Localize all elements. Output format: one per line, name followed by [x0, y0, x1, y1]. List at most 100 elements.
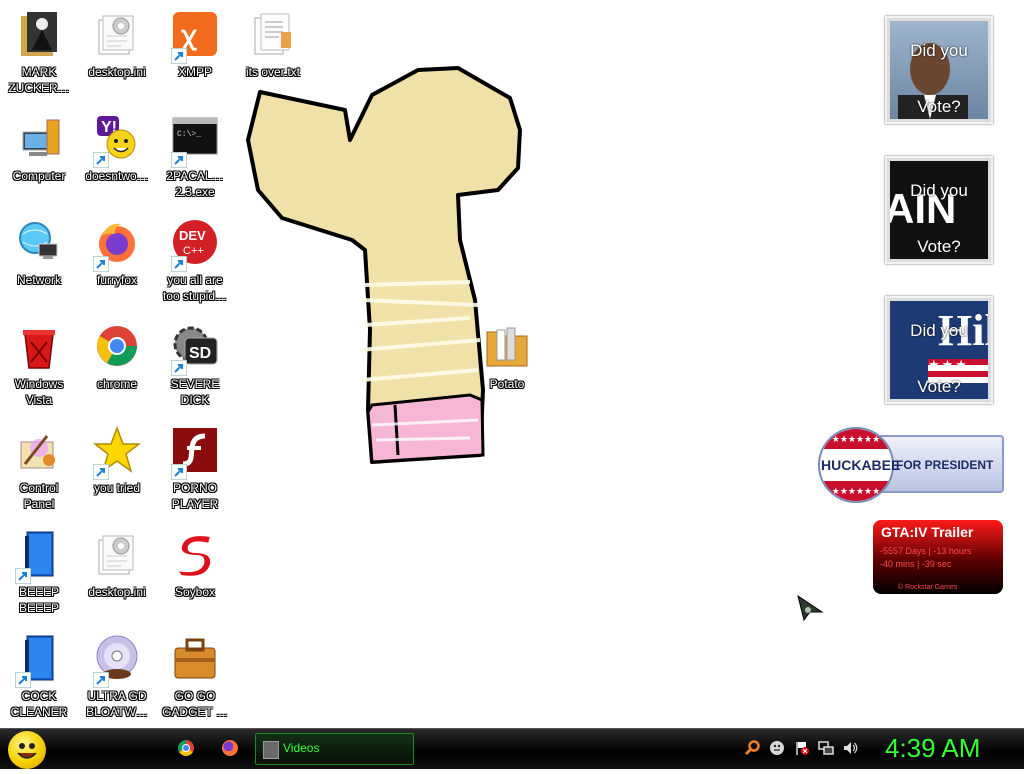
shortcut-arrow-icon [171, 360, 187, 376]
vote-question: Did you [910, 321, 968, 340]
desktop-icon-label: PORNO PLAYER [171, 481, 219, 511]
gta-title: GTA:IV Trailer [881, 524, 974, 540]
settings-file-icon [98, 15, 134, 55]
vote-question: Did you [910, 181, 968, 200]
mouse-cursor-icon [797, 594, 824, 622]
desktop-icon-xmpp[interactable]: ꭓ XMPP [156, 4, 234, 104]
flag-stars: ★★★ [928, 357, 969, 372]
network-globe-icon [19, 222, 58, 259]
desktop-icon-severe-dick[interactable]: SD SEVERE DICK [156, 316, 234, 416]
desktop-icon-label: Potato [489, 377, 525, 391]
desktop-icon-desktop-ini-2[interactable]: desktop.ini [78, 524, 156, 624]
vote-question: Did you [910, 41, 968, 60]
desktop-icon-label: Control Panel [19, 481, 59, 511]
text-document-icon [254, 13, 291, 55]
shortcut-arrow-icon [93, 256, 109, 272]
control-panel-icon [20, 435, 55, 469]
taskbar-clock[interactable]: 4:39 AM [885, 733, 980, 764]
desktop-icon-mark-zuckerberg[interactable]: MARK ZUCKER… [0, 4, 78, 104]
desktop-icon-go-go-gadget[interactable]: GO GO GADGET … [156, 628, 234, 728]
shortcut-arrow-icon [15, 672, 31, 688]
desktop-icon-cock-cleaner[interactable]: COCK CLEANER [0, 628, 78, 728]
huckabee-tagline: FOR PRESIDENT [896, 458, 994, 472]
messenger-icon[interactable] [769, 740, 785, 756]
desktop-icon-label: you all are too stupid… [162, 273, 228, 303]
desktop-icon-furryfox[interactable]: furryfox [78, 212, 156, 312]
recycle-bin-icon [23, 330, 55, 369]
gta-footer: © Rockstar Games [898, 584, 958, 591]
desktop-icon-label: MARK ZUCKER… [8, 65, 70, 95]
desktop-icon-label: desktop.ini [88, 585, 146, 599]
taskbar-window-videos[interactable]: Videos [255, 733, 414, 765]
svg-text:ꭓ: ꭓ [180, 20, 198, 51]
vote-gadget-3[interactable]: Hil ★★★ Did you Vote? [885, 296, 993, 404]
desktop-icon-label: Soybox [174, 585, 216, 599]
desktop-icon-2pacal[interactable]: C:\>_ 2PACAL… 2.3.exe [156, 108, 234, 208]
taskbar: Videos 4:39 AM [0, 728, 1024, 769]
smiley-icon [17, 743, 37, 759]
flag-icon[interactable] [794, 740, 810, 756]
vote-question-end: Vote? [917, 97, 961, 116]
gta-countdown-gadget[interactable]: GTA:IV Trailer -5557 Days | -13 hours -4… [873, 520, 1003, 594]
huckabee-gadget[interactable]: ★★★★★★ ★★★★★★ HUCKABEE FOR PRESIDENT [816, 425, 1004, 503]
shortcut-arrow-icon [93, 152, 109, 168]
gta-countdown-days: -5557 Days | -13 hours [880, 546, 972, 556]
start-button[interactable] [8, 731, 46, 769]
volume-icon[interactable] [842, 740, 858, 756]
soybox-s-icon [174, 534, 213, 578]
desktop-icon-control-panel[interactable]: Control Panel [0, 420, 78, 520]
taskbar-chrome-icon[interactable] [178, 740, 194, 756]
desktop-icon-desktop-ini-1[interactable]: desktop.ini [78, 4, 156, 104]
desktop-icon-label: Computer [12, 169, 66, 183]
gta-countdown-time: -40 mins | -39 sec [880, 559, 952, 569]
desktop-icon-beeep-beeep[interactable]: BEEEP BEEEP [0, 524, 78, 624]
network-icon[interactable] [818, 740, 834, 756]
shortcut-arrow-icon [171, 48, 187, 64]
briefcase-icon [174, 638, 216, 679]
desktop-icon-label: chrome [96, 377, 137, 391]
desktop-icon-ultra-gd-bloatw[interactable]: ULTRA GD BLOATW… [78, 628, 156, 728]
shortcut-arrow-icon [171, 256, 187, 272]
desktop-icon-computer[interactable]: Computer [0, 108, 78, 208]
desktop-icon-label: 2PACAL… 2.3.exe [166, 169, 224, 199]
desktop-icon-label: you tried [93, 481, 141, 495]
shortcut-arrow-icon [93, 464, 109, 480]
desktop-icon-label: desktop.ini [88, 65, 146, 79]
svg-text:SD: SD [189, 345, 211, 362]
shortcut-arrow-icon [15, 568, 31, 584]
desktop-icon-network[interactable]: Network [0, 212, 78, 312]
desktop-icon-soybox[interactable]: Soybox [156, 524, 234, 624]
chrome-icon [97, 326, 137, 366]
desktop-icon-you-all-are-too-stupid[interactable]: DEV C++ you all are too stupid… [156, 212, 234, 312]
desktop-icon-potato[interactable]: Potato [468, 316, 546, 416]
desktop-icon-its-over-txt[interactable]: its over.txt [234, 4, 312, 104]
settings-file-icon [98, 535, 134, 575]
folder-icon [486, 327, 528, 367]
desktop-icon-label: COCK CLEANER [10, 689, 68, 719]
desktop-icon-label: doesntwo… [85, 169, 149, 183]
shortcut-arrow-icon [93, 672, 109, 688]
vote-gadget-2[interactable]: AIN Did you Vote? [885, 156, 993, 264]
shortcut-arrow-icon [171, 152, 187, 168]
taskbar-firefox-icon[interactable] [222, 740, 238, 756]
huckabee-name: HUCKABEE [821, 457, 901, 473]
vote-gadget-1[interactable]: Did you Vote? [885, 16, 993, 124]
search-icon[interactable] [744, 740, 760, 756]
desktop-icon-label: GO GO GADGET … [162, 689, 228, 719]
svg-text:DEV: DEV [179, 228, 206, 243]
shortcut-arrow-icon [171, 464, 187, 480]
taskbar-window-label: Videos [283, 741, 320, 755]
person-file-icon [21, 12, 57, 56]
svg-text:C:\>_: C:\>_ [177, 130, 201, 139]
desktop-icon-you-tried[interactable]: you tried [78, 420, 156, 520]
desktop-icon-porno-player[interactable]: PORNO PLAYER [156, 420, 234, 520]
desktop-icon-label: ULTRA GD BLOATW… [86, 689, 148, 719]
desktop-icon-doesntwo[interactable]: Y! doesntwo… [78, 108, 156, 208]
desktop-icon-label: Network [16, 273, 61, 287]
desktop-icon-label: XMPP [177, 65, 212, 79]
computer-icon [22, 119, 60, 156]
desktop-icon-label: its over.txt [245, 65, 301, 79]
desktop-icon-chrome[interactable]: chrome [78, 316, 156, 416]
desktop-icon-windows-vista[interactable]: Windows Vista [0, 316, 78, 416]
desktop-icon-label: furryfox [96, 273, 137, 287]
